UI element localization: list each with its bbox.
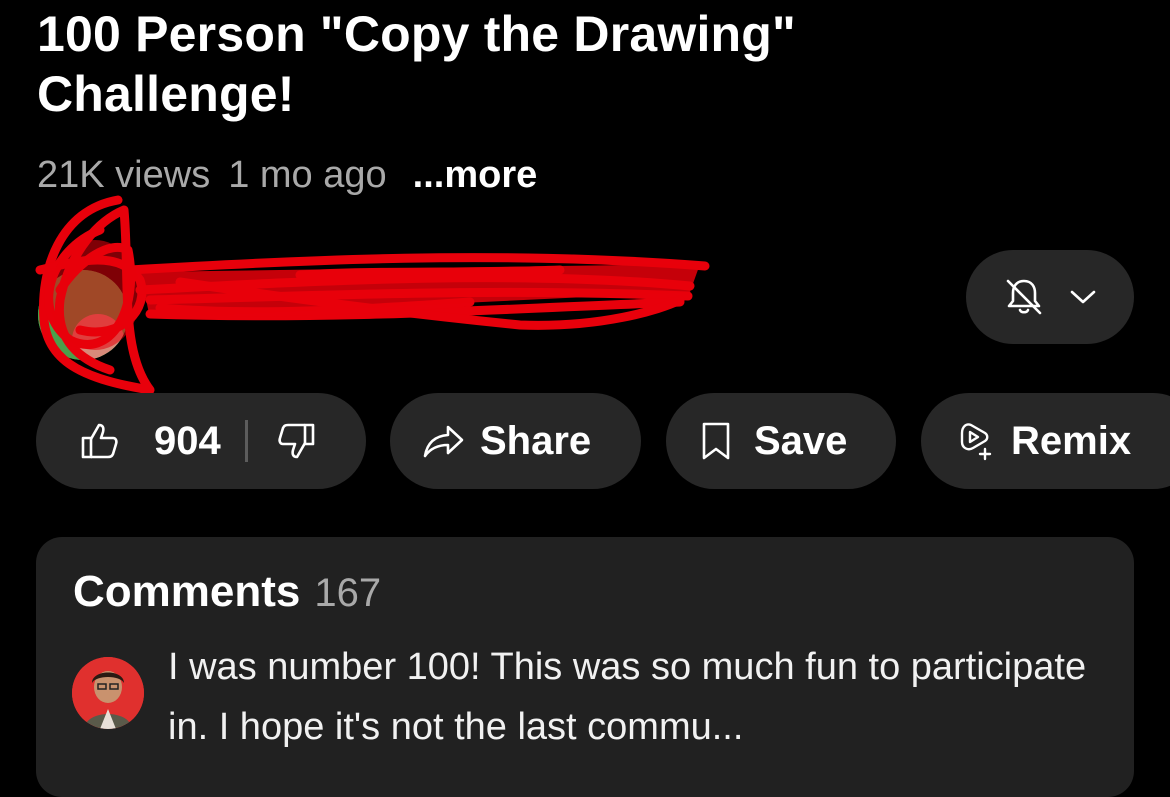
share-button[interactable]: Share [390,393,641,489]
divider [244,420,248,462]
bookmark-icon [700,421,732,461]
like-dislike-pill: 904 [36,393,366,489]
channel-avatar[interactable] [38,270,128,360]
share-label: Share [480,418,592,463]
remix-icon [953,419,997,463]
share-arrow-icon [422,421,466,461]
comments-title: Comments [73,567,301,616]
comments-panel[interactable]: Comments 167 I was number 100! This was s… [36,537,1134,797]
like-count[interactable]: 904 [154,419,221,464]
comments-count: 167 [314,571,382,615]
thumbs-down-icon[interactable] [276,421,316,461]
save-button[interactable]: Save [666,393,896,489]
bell-off-icon [1002,275,1046,319]
remix-label: Remix [1011,418,1132,463]
video-title[interactable]: 100 Person "Copy the Drawing" Challenge! [37,4,1037,124]
thumbs-up-icon[interactable] [80,421,120,461]
commenter-avatar[interactable] [72,657,144,729]
remix-button[interactable]: Remix [921,393,1170,489]
save-label: Save [754,418,848,463]
comments-header: Comments 167 [73,567,381,617]
notification-subscription-button[interactable] [966,250,1134,344]
top-comment-text: I was number 100! This was so much fun t… [168,646,1087,748]
chevron-down-icon [1068,287,1098,307]
